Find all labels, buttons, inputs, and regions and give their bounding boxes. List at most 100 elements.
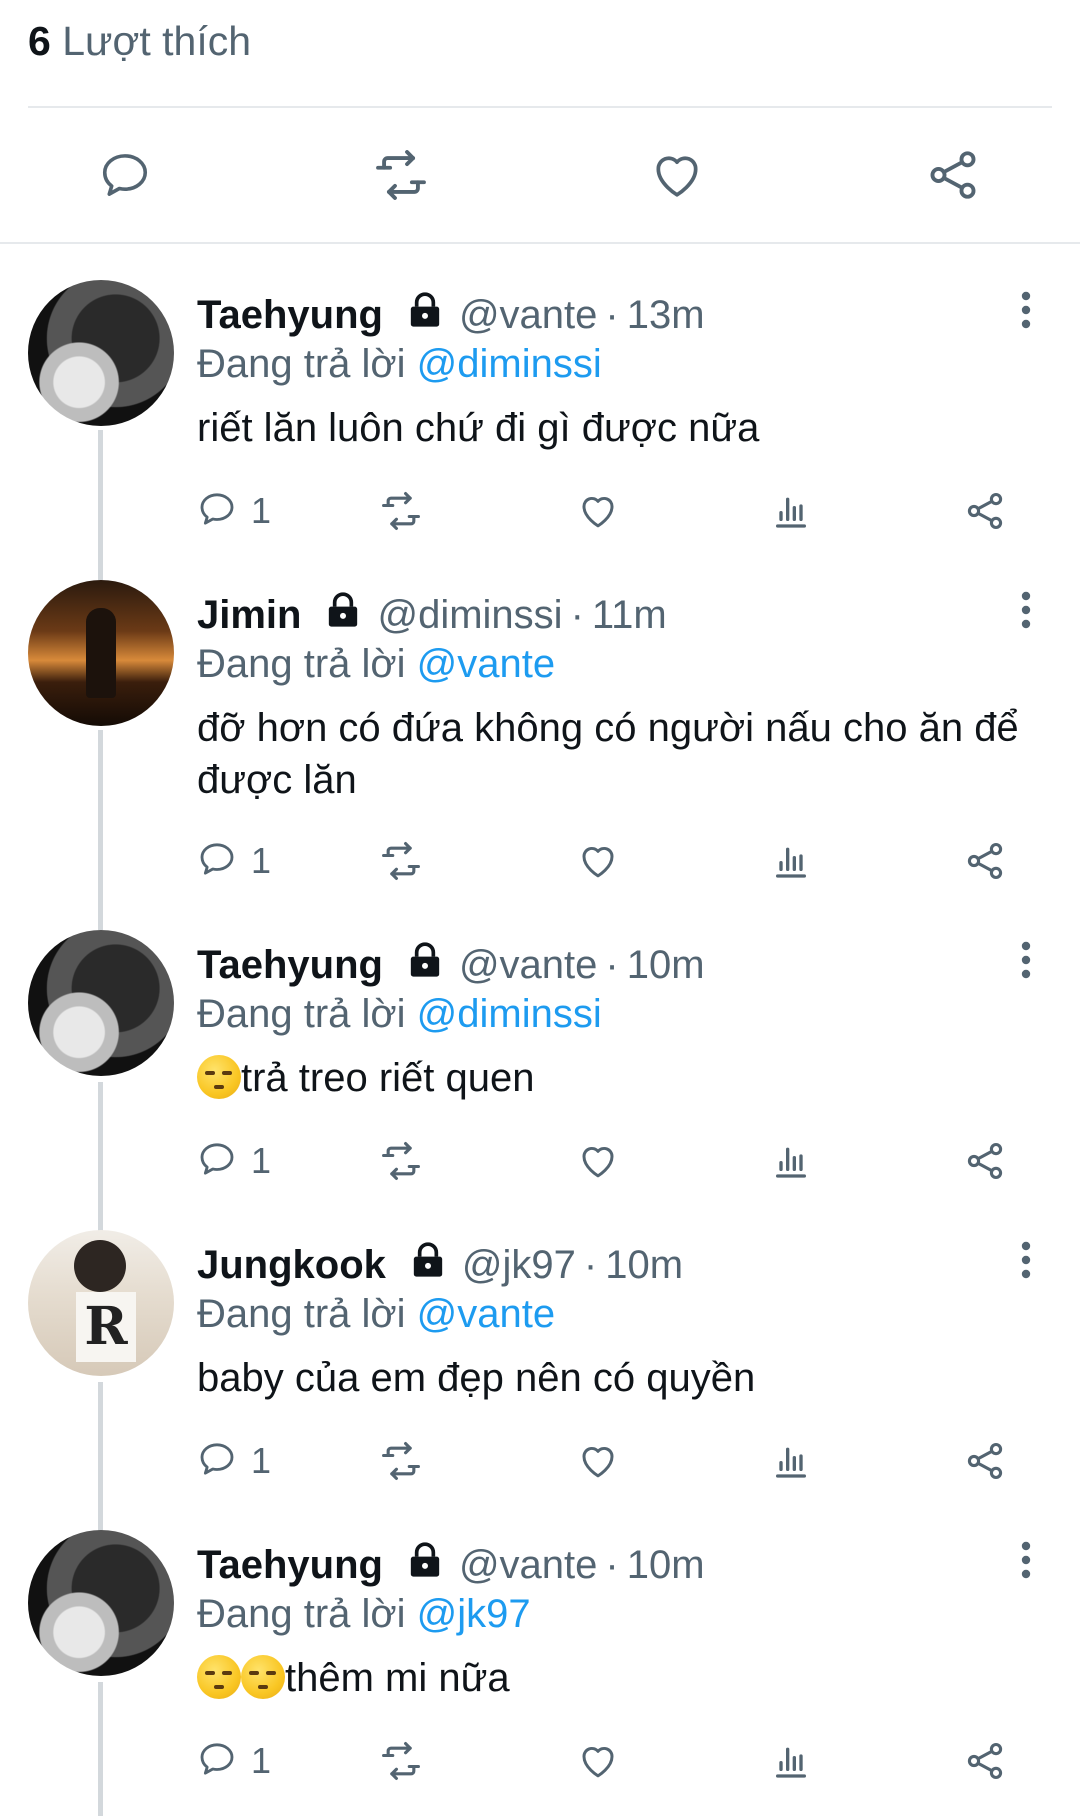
reply-action-bar: 1 <box>197 838 1040 888</box>
avatar[interactable] <box>28 930 174 1076</box>
heart-icon[interactable] <box>577 838 619 884</box>
avatar[interactable] <box>28 280 174 426</box>
retweet-icon[interactable] <box>379 1138 423 1184</box>
share-icon[interactable] <box>963 1738 1007 1784</box>
more-options-icon[interactable] <box>1016 940 1036 980</box>
handle[interactable]: @diminssi <box>377 593 562 638</box>
retweet-icon[interactable] <box>379 488 423 534</box>
separator-dot: · <box>570 592 584 637</box>
tweet-text: đỡ hơn có đứa không có người nấu cho ăn … <box>197 702 1037 806</box>
thread-line <box>98 1682 103 1816</box>
separator-dot: · <box>605 292 619 337</box>
more-options-icon[interactable] <box>1016 290 1036 330</box>
analytics-icon[interactable] <box>771 1438 811 1484</box>
reply-button[interactable]: 1 <box>197 1738 271 1784</box>
display-name[interactable]: Jungkook <box>197 1243 386 1288</box>
tweet-text-content: trả treo riết quen <box>241 1056 535 1100</box>
unamused-face-icon <box>197 1055 241 1099</box>
separator-dot: · <box>583 1242 598 1287</box>
display-name[interactable]: Taehyung <box>197 293 383 338</box>
timestamp: 10m <box>626 942 705 987</box>
share-icon[interactable] <box>963 1138 1007 1184</box>
reply-button[interactable]: 1 <box>197 838 271 884</box>
tweet-text-content: riết lăn luôn chứ đi gì được nữa <box>197 406 760 450</box>
retweet-icon[interactable] <box>379 1438 423 1484</box>
unamused-face-icon <box>241 1655 285 1699</box>
retweet-icon[interactable] <box>366 140 436 210</box>
tweet-text: baby của em đẹp nên có quyền <box>197 1352 1037 1404</box>
analytics-icon[interactable] <box>771 1738 811 1784</box>
timestamp: 11m <box>591 592 667 637</box>
lock-icon <box>405 940 445 990</box>
replying-to-handle[interactable]: @diminssi <box>417 992 602 1036</box>
tweet-text-content: thêm mi nữa <box>285 1656 510 1700</box>
analytics-icon[interactable] <box>771 1138 811 1184</box>
divider <box>0 242 1080 244</box>
replying-to: Đang trả lời @vante <box>197 642 555 687</box>
reply-count: 1 <box>251 1440 272 1481</box>
comment-icon[interactable] <box>90 140 160 210</box>
heart-icon[interactable] <box>577 1138 619 1184</box>
display-name[interactable]: Taehyung <box>197 943 383 988</box>
replying-prefix: Đang trả lời <box>197 992 406 1036</box>
replying-to-handle[interactable]: @jk97 <box>417 1592 531 1636</box>
more-options-icon[interactable] <box>1016 590 1036 630</box>
more-options-icon[interactable] <box>1016 1540 1036 1580</box>
handle[interactable]: @vante <box>459 1543 597 1588</box>
share-icon[interactable] <box>918 140 988 210</box>
replying-prefix: Đang trả lời <box>197 642 406 686</box>
heart-icon[interactable] <box>577 1438 619 1484</box>
reply-button[interactable]: 1 <box>197 488 271 534</box>
separator-dot: · <box>605 942 619 987</box>
analytics-icon[interactable] <box>771 838 811 884</box>
lock-icon <box>405 1540 445 1590</box>
share-icon[interactable] <box>963 1438 1007 1484</box>
thread-line <box>98 1082 103 1232</box>
heart-icon[interactable] <box>642 140 712 210</box>
thread-line <box>98 430 103 580</box>
display-name[interactable]: Taehyung <box>197 1543 383 1588</box>
share-icon[interactable] <box>963 488 1007 534</box>
handle[interactable]: @vante <box>459 943 597 988</box>
lock-icon <box>408 1240 448 1290</box>
tweet-text-content: baby của em đẹp nên có quyền <box>197 1356 756 1400</box>
comment-icon <box>197 839 237 884</box>
replying-to-handle[interactable]: @vante <box>417 642 555 686</box>
reply-button[interactable]: 1 <box>197 1438 271 1484</box>
comment-icon <box>197 1739 237 1784</box>
replying-prefix: Đang trả lời <box>197 342 406 386</box>
retweet-icon[interactable] <box>379 1738 423 1784</box>
replying-to-handle[interactable]: @vante <box>417 1292 555 1336</box>
avatar[interactable] <box>28 1230 174 1376</box>
avatar[interactable] <box>28 1530 174 1676</box>
divider <box>28 106 1052 108</box>
likes-row[interactable]: 6 Lượt thích <box>28 18 251 65</box>
replying-to: Đang trả lời @diminssi <box>197 992 602 1037</box>
lock-icon <box>405 290 445 340</box>
share-icon[interactable] <box>963 838 1007 884</box>
replying-prefix: Đang trả lời <box>197 1292 406 1336</box>
handle[interactable]: @vante <box>459 293 597 338</box>
more-options-icon[interactable] <box>1016 1240 1036 1280</box>
handle[interactable]: @jk97 <box>462 1243 576 1288</box>
avatar[interactable] <box>28 580 174 726</box>
comment-icon <box>197 1139 237 1184</box>
display-name[interactable]: Jimin <box>197 593 301 638</box>
analytics-icon[interactable] <box>771 488 811 534</box>
replying-to: Đang trả lời @jk97 <box>197 1592 531 1637</box>
timestamp: 13m <box>626 292 705 337</box>
reply-button[interactable]: 1 <box>197 1138 271 1184</box>
heart-icon[interactable] <box>577 1738 619 1784</box>
likes-label: Lượt thích <box>62 18 252 64</box>
replying-to-handle[interactable]: @diminssi <box>417 342 602 386</box>
tweet-text-content: đỡ hơn có đứa không có người nấu cho ăn … <box>197 706 1019 802</box>
separator-dot: · <box>605 1542 619 1587</box>
reply-action-bar: 1 <box>197 488 1040 538</box>
timestamp: 10m <box>626 1542 705 1587</box>
reply-count: 1 <box>251 1140 272 1181</box>
likes-count: 6 <box>28 18 51 64</box>
timestamp: 10m <box>605 1242 684 1287</box>
tweet-action-bar <box>0 140 1080 210</box>
heart-icon[interactable] <box>577 488 619 534</box>
retweet-icon[interactable] <box>379 838 423 884</box>
